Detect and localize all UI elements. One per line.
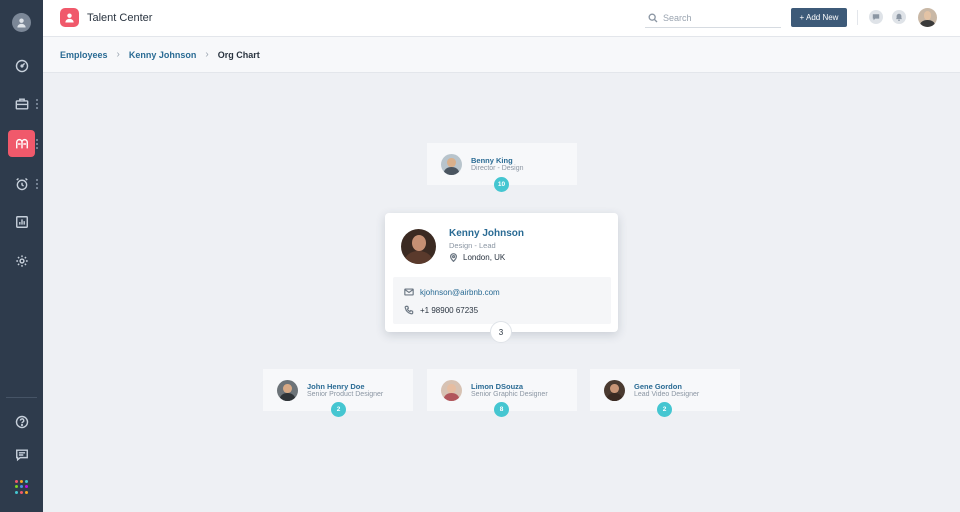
notifications-button[interactable] (892, 10, 906, 24)
email-link[interactable]: kjohnson@airbnb.com (420, 288, 500, 297)
sidebar-item-employees-menu[interactable] (36, 139, 39, 149)
sidebar-item-jobs[interactable] (8, 90, 35, 117)
avatar (441, 154, 462, 175)
user-icon (17, 18, 26, 28)
apps-grid-icon[interactable] (15, 480, 29, 494)
briefcase-icon (15, 97, 28, 110)
report-name: Gene Gordon (634, 382, 682, 391)
manager-role: Director - Design (471, 165, 524, 172)
help-icon (15, 415, 28, 428)
employee-card: Kenny Johnson Design - Lead London, UK k… (385, 213, 618, 332)
header-divider (857, 10, 858, 25)
sidebar (0, 0, 43, 512)
gear-icon (15, 254, 28, 267)
profile-avatar[interactable] (12, 13, 31, 32)
manager-count-badge[interactable]: 10 (494, 177, 509, 192)
location-text: London, UK (463, 253, 506, 262)
mail-icon (404, 288, 414, 296)
sidebar-item-time-menu[interactable] (36, 179, 39, 189)
phone-row: +1 98900 67235 (404, 305, 478, 315)
chat-icon (15, 448, 28, 461)
breadcrumb: Employees › Kenny Johnson › Org Chart (43, 37, 960, 73)
search-box (645, 8, 781, 28)
employee-avatar (401, 229, 436, 264)
bell-icon (895, 13, 903, 21)
logo-person-icon (65, 13, 74, 23)
messages-button[interactable] (869, 10, 883, 24)
app-title: Talent Center (87, 12, 153, 24)
sidebar-divider (6, 397, 37, 398)
breadcrumb-employees[interactable]: Employees (60, 50, 108, 60)
email-row: kjohnson@airbnb.com (404, 287, 500, 297)
breadcrumb-separator: › (205, 49, 209, 60)
phone-number[interactable]: +1 98900 67235 (420, 306, 478, 315)
report-count-badge[interactable]: 2 (657, 402, 672, 417)
sidebar-item-time[interactable] (8, 170, 35, 197)
location-pin-icon (449, 253, 458, 262)
report-role: Lead Video Designer (634, 391, 700, 398)
top-header: Talent Center + Add New (43, 0, 960, 37)
app-logo[interactable] (60, 8, 79, 27)
report-role: Senior Product Designer (307, 391, 384, 398)
search-input[interactable] (663, 12, 773, 23)
avatar (604, 380, 625, 401)
search-icon (648, 13, 658, 22)
add-new-button[interactable]: + Add New (791, 8, 847, 27)
report-count-badge[interactable]: 8 (494, 402, 509, 417)
report-role: Senior Graphic Designer (471, 391, 548, 398)
user-avatar[interactable] (918, 8, 937, 27)
report-name: Limon DSouza (471, 382, 524, 391)
avatar (441, 380, 462, 401)
sidebar-item-jobs-menu[interactable] (36, 99, 39, 109)
reports-icon (15, 215, 28, 228)
dashboard-icon (15, 59, 28, 72)
sidebar-item-messages[interactable] (8, 441, 35, 468)
employee-role: Design - Lead (449, 241, 496, 250)
report-count-badge[interactable]: 2 (331, 402, 346, 417)
employee-location: London, UK (449, 253, 505, 262)
sidebar-item-dashboard[interactable] (8, 52, 35, 79)
people-icon (15, 138, 28, 148)
sidebar-item-help[interactable] (8, 408, 35, 435)
report-name: John Henry Doe (307, 382, 365, 391)
breadcrumb-separator: › (116, 49, 120, 60)
avatar (277, 380, 298, 401)
manager-name: Benny King (471, 156, 513, 165)
employee-name: Kenny Johnson (449, 228, 525, 239)
direct-reports-count[interactable]: 3 (490, 321, 512, 343)
phone-icon (404, 305, 414, 315)
alarm-clock-icon (15, 177, 28, 190)
chat-bubble-icon (872, 14, 880, 21)
breadcrumb-current: Org Chart (217, 49, 260, 60)
sidebar-item-settings[interactable] (8, 247, 35, 274)
contact-info: kjohnson@airbnb.com +1 98900 67235 (393, 277, 611, 324)
sidebar-item-employees[interactable] (8, 130, 35, 157)
breadcrumb-kenny-johnson[interactable]: Kenny Johnson (129, 50, 197, 60)
sidebar-item-reports[interactable] (8, 208, 35, 235)
